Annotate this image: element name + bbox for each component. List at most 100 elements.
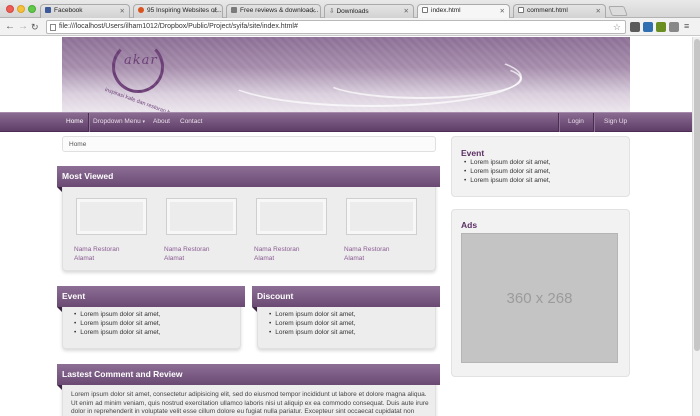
back-arrow-icon[interactable]: ← xyxy=(5,21,15,33)
scrollbar-thumb[interactable] xyxy=(694,39,700,351)
restaurant-address: Alamat xyxy=(164,255,185,262)
section-title: Most Viewed xyxy=(62,171,114,181)
tab-label: Facebook xyxy=(54,7,83,14)
close-window-button[interactable] xyxy=(6,5,14,13)
wrench-icon[interactable]: ≡ xyxy=(684,22,693,32)
close-tab-icon[interactable]: ✕ xyxy=(311,7,316,15)
restaurant-card[interactable]: Nama Restoran Alamat xyxy=(164,245,210,263)
nav-about[interactable]: About xyxy=(153,118,170,125)
nav-login[interactable]: Login xyxy=(568,118,584,125)
restaurant-card[interactable]: Nama Restoran Alamat xyxy=(344,245,390,263)
sidebar-event-list: Lorem ipsum dolor sit amet, Lorem ipsum … xyxy=(464,158,550,185)
banner-swirl xyxy=(222,47,522,107)
restaurant-address: Alamat xyxy=(74,255,95,262)
close-tab-icon[interactable]: ✕ xyxy=(120,7,125,15)
tab-facebook[interactable]: Facebook ✕ xyxy=(40,4,130,18)
nav-dropdown-label: Dropdown Menu xyxy=(93,118,141,125)
ad-placeholder-image[interactable]: 360 x 268 xyxy=(461,233,618,363)
list-item: Lorem ipsum dolor sit amet, xyxy=(464,167,550,176)
bookmark-star-icon[interactable]: ☆ xyxy=(613,21,621,33)
logo-ring xyxy=(112,41,164,93)
tab-label: comment.html xyxy=(527,7,568,14)
list-item: Lorem ipsum dolor sit amet, xyxy=(269,319,355,328)
section-title: Event xyxy=(62,291,86,301)
url-text: file:///localhost/Users/ilham1012/Dropbo… xyxy=(59,23,298,30)
nav-divider xyxy=(88,113,89,132)
event-heading: Event xyxy=(57,286,245,312)
web-icon xyxy=(138,7,144,13)
nav-contact[interactable]: Contact xyxy=(180,118,202,125)
extension-icon[interactable] xyxy=(669,22,679,32)
tab-inspiring-websites[interactable]: 95 Inspiring Websites of... ✕ xyxy=(133,4,223,18)
list-item: Lorem ipsum dolor sit amet, xyxy=(74,310,160,319)
nav-sign-up[interactable]: Sign Up xyxy=(604,118,627,125)
download-icon: ⇩ xyxy=(329,8,335,15)
zoom-window-button[interactable] xyxy=(28,5,36,13)
close-tab-icon[interactable]: ✕ xyxy=(500,7,505,15)
list-item: Lorem ipsum dolor sit amet, xyxy=(269,310,355,319)
page-icon xyxy=(50,24,56,31)
minimize-window-button[interactable] xyxy=(17,5,25,13)
section-title: Discount xyxy=(257,291,294,301)
logo-tagline: inspirasi kafe dan restoran bandung xyxy=(103,87,189,113)
list-item: Lorem ipsum dolor sit amet, xyxy=(74,328,160,337)
nav-divider xyxy=(593,113,594,132)
list-item: Lorem ipsum dolor sit amet, xyxy=(464,158,550,167)
nav-divider xyxy=(558,113,559,132)
facebook-icon xyxy=(45,7,51,13)
section-title: Lastest Comment and Review xyxy=(62,369,183,379)
nav-dropdown-menu[interactable]: Dropdown Menu ▾ xyxy=(93,118,145,125)
close-tab-icon[interactable]: ✕ xyxy=(213,7,218,15)
restaurant-address: Alamat xyxy=(344,255,365,262)
browser-tab-strip: Facebook ✕ 95 Inspiring Websites of... ✕… xyxy=(0,0,700,18)
browser-toolbar: ← → ↻ file:///localhost/Users/ilham1012/… xyxy=(0,18,700,36)
extension-icon[interactable] xyxy=(656,22,666,32)
tab-free-reviews[interactable]: Free reviews & download... ✕ xyxy=(226,4,321,18)
site-logo[interactable]: akar xyxy=(124,53,158,68)
latest-comment-text: Lorem ipsum dolor sit amet, consectetur … xyxy=(71,391,429,415)
restaurant-name[interactable]: Nama Restoran xyxy=(254,245,300,254)
restaurant-card[interactable]: Nama Restoran Alamat xyxy=(254,245,300,263)
tab-label: Free reviews & download... xyxy=(240,7,319,14)
close-tab-icon[interactable]: ✕ xyxy=(404,7,409,15)
new-tab-button[interactable] xyxy=(608,6,628,16)
web-icon xyxy=(231,7,237,13)
discount-heading: Discount xyxy=(252,286,440,312)
tab-index-html[interactable]: index.html ✕ xyxy=(417,4,510,18)
web-page: akar inspirasi kafe dan restoran bandung… xyxy=(0,37,692,416)
close-tab-icon[interactable]: ✕ xyxy=(596,7,601,15)
address-bar[interactable]: file:///localhost/Users/ilham1012/Dropbo… xyxy=(46,20,626,34)
restaurant-thumbnail[interactable] xyxy=(256,198,327,235)
extension-icon[interactable] xyxy=(630,22,640,32)
event-list: Lorem ipsum dolor sit amet, Lorem ipsum … xyxy=(74,310,160,337)
nav-home[interactable]: Home xyxy=(66,118,83,125)
restaurant-name[interactable]: Nama Restoran xyxy=(344,245,390,254)
restaurant-card[interactable]: Nama Restoran Alamat xyxy=(74,245,120,263)
tab-label: index.html xyxy=(431,7,461,14)
list-item: Lorem ipsum dolor sit amet, xyxy=(269,328,355,337)
restaurant-name[interactable]: Nama Restoran xyxy=(74,245,120,254)
breadcrumb-home[interactable]: Home xyxy=(69,141,86,148)
header-banner: akar inspirasi kafe dan restoran bandung xyxy=(62,37,630,113)
most-viewed-heading: Most Viewed xyxy=(57,166,440,192)
breadcrumb: Home xyxy=(62,136,436,152)
latest-comment-heading: Lastest Comment and Review xyxy=(57,364,440,390)
ads-title: Ads xyxy=(461,220,478,230)
discount-list: Lorem ipsum dolor sit amet, Lorem ipsum … xyxy=(269,310,355,337)
sidebar-event-title: Event xyxy=(461,148,485,158)
reload-icon[interactable]: ↻ xyxy=(31,21,39,33)
tab-comment-html[interactable]: comment.html ✕ xyxy=(513,4,606,18)
tab-downloads[interactable]: ⇩ Downloads ✕ xyxy=(324,4,414,18)
main-navbar: Home Dropdown Menu ▾ About Contact Login… xyxy=(0,112,692,132)
extension-icon[interactable] xyxy=(643,22,653,32)
forward-arrow-icon[interactable]: → xyxy=(18,21,28,33)
restaurant-thumbnail[interactable] xyxy=(346,198,417,235)
restaurant-thumbnail[interactable] xyxy=(76,198,147,235)
vertical-scrollbar[interactable] xyxy=(692,37,700,416)
page-icon xyxy=(518,7,524,13)
restaurant-name[interactable]: Nama Restoran xyxy=(164,245,210,254)
caret-down-icon: ▾ xyxy=(142,119,146,125)
banner-swirl xyxy=(322,59,522,99)
restaurant-thumbnail[interactable] xyxy=(166,198,237,235)
list-item: Lorem ipsum dolor sit amet, xyxy=(74,319,160,328)
